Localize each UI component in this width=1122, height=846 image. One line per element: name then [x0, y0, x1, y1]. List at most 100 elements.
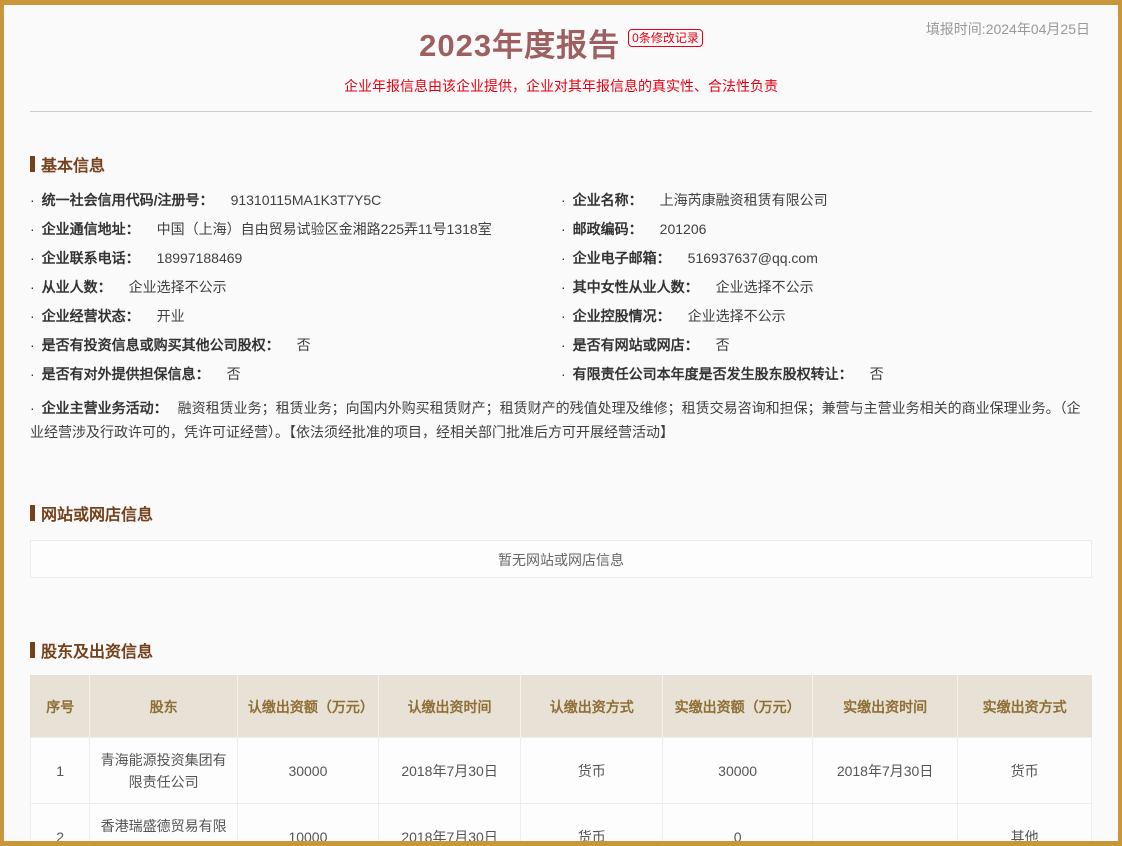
shareholder-table: 序号股东认缴出资额（万元）认缴出资时间认缴出资方式实缴出资额（万元）实缴出资时间… — [30, 675, 1092, 846]
info-item: · 企业经营状态： 开业 — [30, 302, 561, 331]
info-label: 企业电子邮箱： — [573, 250, 671, 266]
table-cell: 货币 — [958, 738, 1092, 804]
info-value: 否 — [716, 337, 730, 353]
section-bar-icon — [30, 156, 35, 172]
section-title-label: 股东及出资信息 — [41, 638, 153, 662]
info-value: 企业选择不公示 — [129, 279, 227, 295]
table-cell — [812, 804, 957, 846]
table-cell: 10000 — [237, 804, 378, 846]
table-row: 2香港瑞盛德贸易有限公司100002018年7月30日货币0其他 — [31, 804, 1092, 846]
info-item: · 邮政编码： 201206 — [561, 215, 1092, 244]
info-label: 企业联系电话： — [42, 250, 140, 266]
bullet-dot: · — [561, 337, 566, 353]
disclaimer-text: 企业年报信息由该企业提供，企业对其年报信息的真实性、合法性负责 — [4, 76, 1118, 96]
bullet-dot: · — [30, 400, 35, 416]
info-label: 企业控股情况： — [573, 308, 671, 324]
info-item: · 有限责任公司本年度是否发生股东股权转让： 否 — [561, 360, 1092, 389]
info-label: 其中女性从业人数： — [573, 279, 699, 295]
annual-report-page: 填报时间:2024年04月25日 2023年度报告 0条修改记录 企业年报信息由… — [0, 0, 1122, 846]
table-header-cell: 股东 — [90, 676, 237, 738]
info-label: 有限责任公司本年度是否发生股东股权转让： — [573, 366, 853, 382]
bullet-dot: · — [561, 279, 566, 295]
bullet-dot: · — [561, 250, 566, 266]
table-cell: 2018年7月30日 — [378, 738, 520, 804]
bullet-dot: · — [30, 250, 35, 266]
table-header-row: 序号股东认缴出资额（万元）认缴出资时间认缴出资方式实缴出资额（万元）实缴出资时间… — [31, 676, 1092, 738]
bullet-dot: · — [561, 366, 566, 382]
table-cell: 其他 — [958, 804, 1092, 846]
table-header-cell: 认缴出资额（万元） — [237, 676, 378, 738]
bullet-dot: · — [561, 192, 566, 208]
info-value: 否 — [870, 366, 884, 382]
shareholder-table-head: 序号股东认缴出资额（万元）认缴出资时间认缴出资方式实缴出资额（万元）实缴出资时间… — [31, 676, 1092, 738]
basic-info-grid: ·统一社会信用代码/注册号：91310115MA1K3T7Y5C·企业通信地址：… — [30, 186, 1092, 389]
table-header-cell: 认缴出资方式 — [521, 676, 663, 738]
bullet-dot: · — [30, 221, 35, 237]
section-basic-title: 基本信息 — [30, 152, 1092, 176]
fill-time: 填报时间:2024年04月25日 — [926, 19, 1090, 39]
info-label: 是否有对外提供担保信息： — [42, 366, 210, 382]
table-cell: 30000 — [237, 738, 378, 804]
bullet-dot: · — [30, 337, 35, 353]
section-website-info: 网站或网店信息 暂无网站或网店信息 — [4, 501, 1118, 578]
info-item: · 其中女性从业人数： 企业选择不公示 — [561, 273, 1092, 302]
table-cell: 货币 — [521, 738, 663, 804]
header-divider — [30, 111, 1092, 112]
info-item: ·企业控股情况：企业选择不公示 — [561, 302, 1092, 331]
modify-records-badge[interactable]: 0条修改记录 — [628, 29, 703, 47]
section-title-label: 基本信息 — [41, 152, 105, 176]
info-value: 中国（上海）自由贸易试验区金湘路225弄11号1318室 — [157, 221, 492, 237]
table-cell: 2018年7月30日 — [378, 804, 520, 846]
bullet-dot: · — [30, 279, 35, 295]
info-value: 企业选择不公示 — [716, 279, 814, 295]
info-item: · 企业电子邮箱： 516937637@qq.com — [561, 244, 1092, 273]
report-header: 填报时间:2024年04月25日 2023年度报告 0条修改记录 企业年报信息由… — [4, 5, 1118, 112]
info-label: 企业名称： — [573, 192, 643, 208]
info-value: 516937637@qq.com — [688, 250, 818, 266]
info-value: 否 — [227, 366, 241, 382]
section-bar-icon — [30, 505, 35, 521]
table-cell: 2018年7月30日 — [812, 738, 957, 804]
website-empty-notice: 暂无网站或网店信息 — [30, 540, 1092, 578]
bullet-dot: · — [561, 221, 566, 237]
info-item: · 从业人数： 企业选择不公示 — [30, 273, 561, 302]
info-label: 邮政编码： — [573, 221, 643, 237]
table-row: 1青海能源投资集团有限责任公司300002018年7月30日货币30000201… — [31, 738, 1092, 804]
bullet-dot: · — [30, 308, 35, 324]
table-cell: 青海能源投资集团有限责任公司 — [90, 738, 237, 804]
table-cell: 30000 — [663, 738, 813, 804]
bullet-dot: · — [30, 366, 35, 382]
info-label: 企业经营状态： — [42, 308, 140, 324]
info-item: ·是否有网站或网店：否 — [561, 331, 1092, 360]
info-label: 企业通信地址： — [42, 221, 140, 237]
bullet-dot: · — [30, 192, 35, 208]
table-header-cell: 认缴出资时间 — [378, 676, 520, 738]
section-basic-info: 基本信息 ·统一社会信用代码/注册号：91310115MA1K3T7Y5C·企业… — [4, 152, 1118, 444]
info-value: 91310115MA1K3T7Y5C — [231, 192, 382, 208]
table-header-cell: 实缴出资方式 — [958, 676, 1092, 738]
info-value: 201206 — [660, 221, 707, 237]
info-label: 从业人数： — [42, 279, 112, 295]
table-header-cell: 实缴出资额（万元） — [663, 676, 813, 738]
table-header-cell: 序号 — [31, 676, 90, 738]
info-label: 是否有投资信息或购买其他公司股权： — [42, 337, 280, 353]
info-item: ·统一社会信用代码/注册号：91310115MA1K3T7Y5C — [30, 186, 561, 215]
section-website-title: 网站或网店信息 — [30, 501, 1092, 525]
section-title-label: 网站或网店信息 — [41, 501, 153, 525]
info-value: 上海芮康融资租赁有限公司 — [660, 192, 828, 208]
table-cell: 香港瑞盛德贸易有限公司 — [90, 804, 237, 846]
table-cell: 2 — [31, 804, 90, 846]
info-item: · 企业通信地址： 中国（上海）自由贸易试验区金湘路225弄11号1318室 — [30, 215, 561, 244]
info-item: · 是否有对外提供担保信息： 否 — [30, 360, 561, 389]
info-value: 融资租赁业务；租赁业务；向国内外购买租赁财产；租赁财产的残值处理及维修；租赁交易… — [30, 400, 1081, 440]
section-bar-icon — [30, 642, 35, 658]
table-cell: 0 — [663, 804, 813, 846]
shareholder-table-body: 1青海能源投资集团有限责任公司300002018年7月30日货币30000201… — [31, 738, 1092, 846]
info-label: 企业主营业务活动： — [42, 400, 168, 416]
info-value: 企业选择不公示 — [688, 308, 786, 324]
section-shareholders: 股东及出资信息 序号股东认缴出资额（万元）认缴出资时间认缴出资方式实缴出资额（万… — [4, 638, 1118, 846]
page-title: 2023年度报告 — [419, 27, 620, 65]
info-item: · 企业名称： 上海芮康融资租赁有限公司 — [561, 186, 1092, 215]
info-value: 开业 — [157, 308, 185, 324]
info-value: 否 — [297, 337, 311, 353]
